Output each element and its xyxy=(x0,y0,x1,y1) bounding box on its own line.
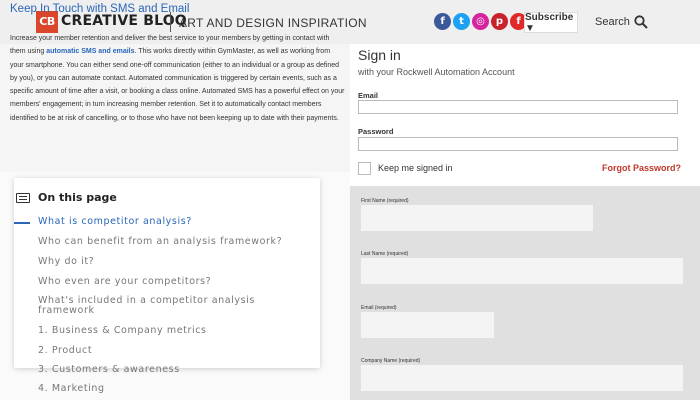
password-label: Password xyxy=(358,127,394,136)
sms-email-link[interactable]: automatic SMS and emails xyxy=(46,48,134,55)
first-name-label: First Name (required) xyxy=(361,198,409,204)
keep-signed-in-checkbox[interactable] xyxy=(358,162,371,175)
toc-item-competitor-analysis[interactable]: What is competitor analysis? xyxy=(38,216,192,227)
email-field[interactable] xyxy=(358,100,678,114)
article-title[interactable]: Keep In Touch with SMS and Email xyxy=(10,3,189,15)
toc-item-whats-included-cont[interactable]: framework xyxy=(38,305,95,316)
toc-item-who-competitors[interactable]: Who even are your competitors? xyxy=(38,276,211,287)
logo-divider xyxy=(170,12,171,32)
password-field[interactable] xyxy=(358,137,678,151)
last-name-label: Last Name (required) xyxy=(361,251,409,257)
signin-subtitle: with your Rockwell Automation Account xyxy=(358,67,515,77)
site-tagline: ART AND DESIGN INSPIRATION xyxy=(179,16,367,30)
toc-item-customers[interactable]: 3. Customers & awareness xyxy=(38,364,180,375)
email-form-label: Email (required) xyxy=(361,305,397,311)
facebook-icon[interactable]: f xyxy=(434,13,451,30)
toc-item-marketing[interactable]: 4. Marketing xyxy=(38,383,105,394)
last-name-field[interactable] xyxy=(361,258,683,284)
search-button[interactable]: Search xyxy=(595,15,648,29)
logo-text[interactable]: CREATIVE BLOQ xyxy=(61,13,187,29)
first-name-field[interactable] xyxy=(361,205,593,231)
article-body-text-continued: . This works directly within GymMaster, … xyxy=(10,48,345,122)
pinterest-icon[interactable]: p xyxy=(491,13,508,30)
toc-item-who-benefits[interactable]: Who can benefit from an analysis framewo… xyxy=(38,236,282,247)
subscribe-button[interactable]: Subscribe ▼ xyxy=(524,12,578,34)
toc-item-why-do-it[interactable]: Why do it? xyxy=(38,256,94,267)
twitter-icon[interactable]: t xyxy=(453,13,470,30)
toc-card xyxy=(14,178,320,368)
keep-signed-in-label[interactable]: Keep me signed in xyxy=(378,163,453,173)
article-body: Increase your member retention and deliv… xyxy=(10,32,345,125)
toc-heading: On this page xyxy=(38,191,117,204)
social-links: f t ◎ p f xyxy=(434,13,527,30)
search-label: Search xyxy=(595,16,630,28)
toc-item-business-metrics[interactable]: 1. Business & Company metrics xyxy=(38,325,207,336)
toc-active-marker xyxy=(14,222,30,224)
email-label: Email xyxy=(358,91,379,100)
company-name-field[interactable] xyxy=(361,365,683,391)
search-icon xyxy=(634,15,648,29)
instagram-icon[interactable]: ◎ xyxy=(472,13,489,30)
document-icon xyxy=(16,193,30,203)
toc-item-product[interactable]: 2. Product xyxy=(38,345,92,356)
signin-title: Sign in xyxy=(358,47,401,63)
company-name-label: Company Name (required) xyxy=(361,358,421,364)
email-form-field[interactable] xyxy=(361,312,494,338)
forgot-password-link[interactable]: Forgot Password? xyxy=(602,163,681,173)
